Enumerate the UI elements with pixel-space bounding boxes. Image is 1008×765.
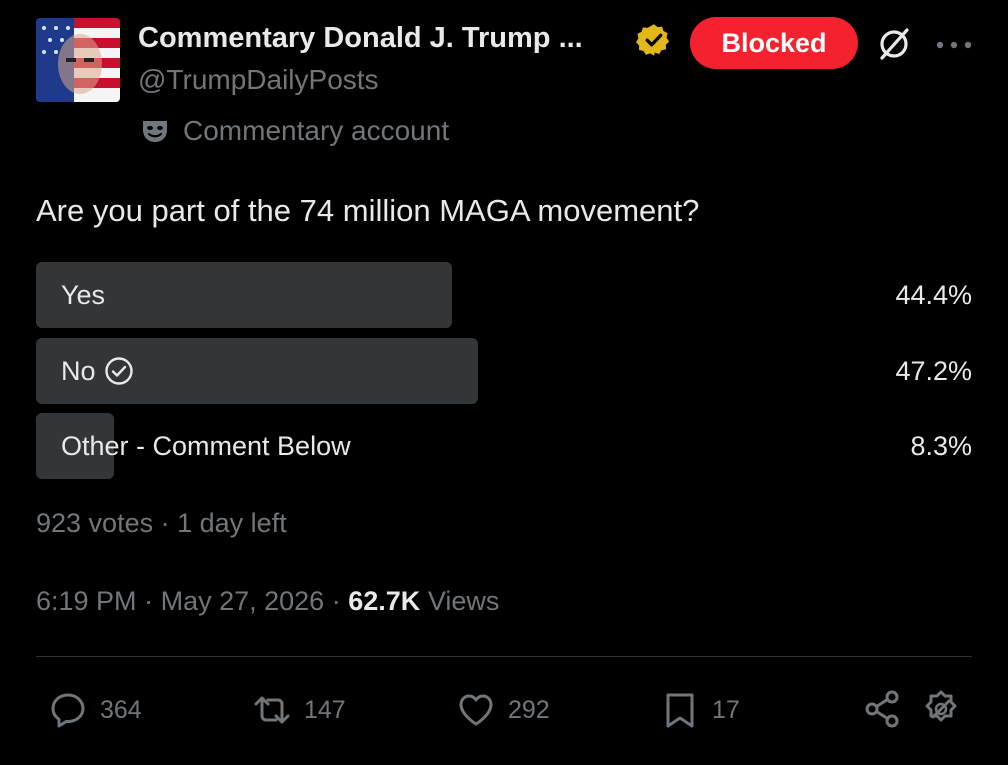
- vote-count: 923 votes: [36, 508, 154, 538]
- post-text: Are you part of the 74 million MAGA move…: [36, 193, 700, 228]
- poll-option-label: Other - Comment Below: [61, 430, 351, 461]
- avatar[interactable]: [36, 18, 120, 102]
- separator: ·: [160, 508, 170, 538]
- blocked-button[interactable]: Blocked: [690, 17, 858, 69]
- author-handle[interactable]: @TrumpDailyPosts: [138, 64, 379, 96]
- heart-icon: [459, 694, 493, 726]
- reply-button[interactable]: 364: [48, 686, 142, 734]
- grok-explain-icon[interactable]: [920, 688, 962, 730]
- separator: ·: [331, 586, 341, 616]
- poll-option-label: Yes: [61, 279, 106, 310]
- grok-icon[interactable]: [874, 24, 914, 64]
- poll-option-no[interactable]: No 47.2%: [36, 338, 972, 404]
- verified-badge-icon[interactable]: [636, 22, 672, 58]
- poll-option-percent: 8.3%: [910, 430, 972, 461]
- reply-count: 364: [100, 695, 142, 724]
- reply-icon: [51, 693, 85, 728]
- commentary-account-label: Commentary account: [183, 115, 450, 146]
- post-meta: 6:19 PM · May 27, 2026 · 62.7K Views: [36, 586, 499, 617]
- poll-option-label: No: [61, 355, 96, 386]
- post-time[interactable]: 6:19 PM: [36, 586, 137, 616]
- poll-option-other[interactable]: Other - Comment Below 8.3%: [36, 413, 972, 479]
- views-label: Views: [427, 586, 500, 616]
- bookmark-icon: [666, 693, 694, 728]
- repost-button[interactable]: 147: [252, 686, 346, 734]
- check-circle-icon: [104, 357, 133, 385]
- more-options-icon[interactable]: [934, 40, 974, 50]
- theater-mask-icon: [143, 121, 167, 142]
- divider: [36, 656, 972, 657]
- like-button[interactable]: 292: [456, 686, 550, 734]
- separator: ·: [144, 586, 154, 616]
- repost-count: 147: [304, 695, 346, 724]
- bookmark-button[interactable]: 17: [660, 686, 740, 734]
- poll-option-percent: 44.4%: [895, 279, 972, 310]
- poll-option-yes[interactable]: Yes 44.4%: [36, 262, 972, 328]
- like-count: 292: [508, 695, 550, 724]
- poll-option-percent: 47.2%: [895, 355, 972, 386]
- poll-summary: 923 votes · 1 day left: [36, 508, 287, 539]
- bookmark-count: 17: [712, 695, 740, 724]
- post-date[interactable]: May 27, 2026: [161, 586, 325, 616]
- poll-option-label-wrap: No: [61, 338, 134, 404]
- share-icon[interactable]: [862, 688, 904, 730]
- time-left: 1 day left: [177, 508, 287, 538]
- repost-icon: [254, 696, 290, 724]
- author-name[interactable]: Commentary Donald J. Trump ...: [138, 22, 583, 55]
- views-count: 62.7K: [348, 586, 421, 616]
